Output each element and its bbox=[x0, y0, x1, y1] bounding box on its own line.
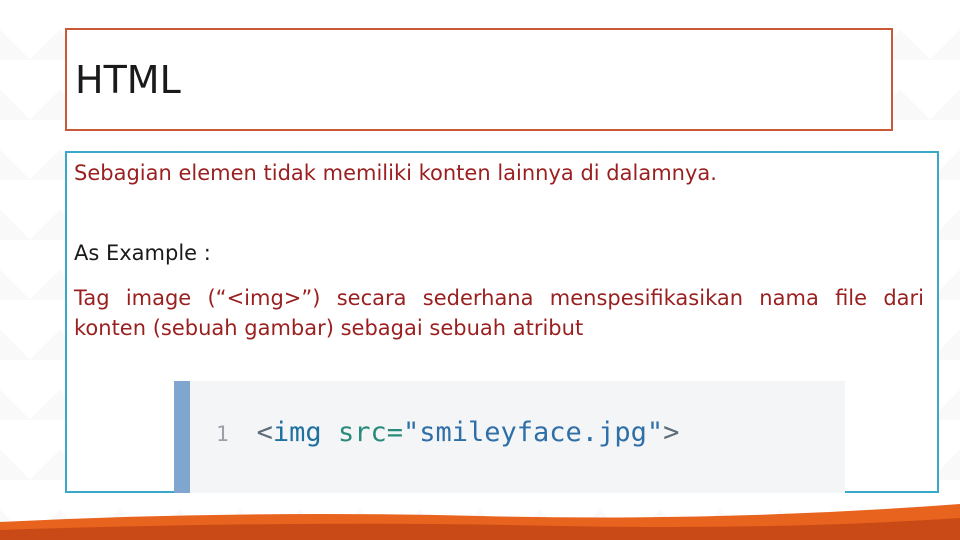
code-gutter bbox=[174, 381, 190, 493]
code-snippet-image: 1 <img src="smileyface.jpg"> bbox=[174, 381, 845, 493]
title-box: HTML bbox=[65, 28, 893, 131]
slide-title: HTML bbox=[75, 58, 181, 102]
code-tag-name: img bbox=[272, 417, 322, 448]
code-line: 1 <img src="smileyface.jpg"> bbox=[216, 417, 679, 448]
bottom-decoration bbox=[0, 504, 960, 540]
line-number: 1 bbox=[216, 422, 229, 446]
code-open-bracket: < bbox=[256, 417, 273, 448]
code-attribute: src= bbox=[337, 417, 403, 448]
intro-text: Sebagian elemen tidak memiliki konten la… bbox=[74, 161, 717, 185]
example-paragraph: Tag image (“<img>”) secara sederhana men… bbox=[74, 286, 924, 340]
example-heading: As Example : bbox=[74, 241, 211, 265]
code-attribute-value: "smileyface.jpg" bbox=[403, 417, 664, 448]
code-close-bracket: > bbox=[663, 417, 680, 448]
